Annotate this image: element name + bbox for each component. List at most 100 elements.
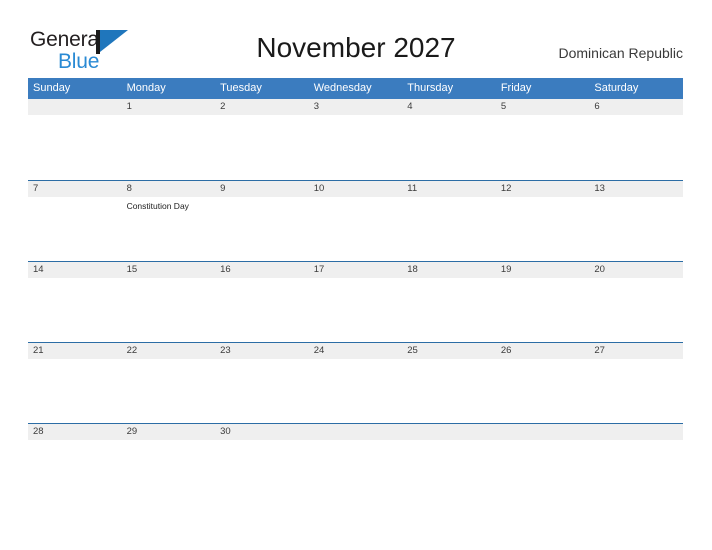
day-events <box>28 359 122 362</box>
calendar-day-cell[interactable]: 17 <box>308 261 403 342</box>
day-cell-inner: 12 <box>495 180 590 261</box>
calendar-day-cell[interactable]: 4 <box>402 99 496 180</box>
day-number: 4 <box>402 99 496 115</box>
day-cell-inner: 13 <box>589 180 683 261</box>
weekday-header-friday: Friday <box>495 78 590 99</box>
day-cell-inner: 24 <box>308 342 403 423</box>
day-events <box>215 359 309 362</box>
day-events <box>589 115 683 118</box>
day-events <box>309 359 403 362</box>
day-number: 16 <box>215 261 309 278</box>
calendar-day-cell[interactable]: 26 <box>495 342 590 423</box>
day-events <box>402 278 496 281</box>
day-cell-inner: 4 <box>402 99 496 180</box>
day-number: 23 <box>215 342 309 359</box>
calendar-day-cell[interactable]: 19 <box>495 261 590 342</box>
calendar-day-cell[interactable]: 10 <box>308 180 403 261</box>
weekday-header-tuesday: Tuesday <box>215 78 309 99</box>
day-cell-inner: 29 <box>121 423 216 504</box>
day-cell-inner: 23 <box>215 342 309 423</box>
day-cell-inner: 10 <box>308 180 403 261</box>
day-number: 20 <box>589 261 683 278</box>
weekday-header-monday: Monday <box>121 78 216 99</box>
day-events <box>28 440 122 443</box>
calendar-week-row: 14 15 16 17 18 19 20 <box>28 261 683 342</box>
day-events <box>28 278 122 281</box>
calendar-day-cell[interactable]: 9 <box>215 180 309 261</box>
day-events <box>309 197 403 200</box>
calendar-day-cell[interactable]: 7 <box>28 180 122 261</box>
calendar-day-cell[interactable] <box>589 423 683 504</box>
calendar-day-cell[interactable]: 21 <box>28 342 122 423</box>
day-events <box>122 278 216 281</box>
calendar-day-cell[interactable]: 25 <box>402 342 496 423</box>
calendar-day-cell[interactable]: 18 <box>402 261 496 342</box>
day-number: 28 <box>28 423 122 440</box>
day-number: 10 <box>308 180 403 197</box>
day-number: 7 <box>28 180 122 197</box>
calendar-day-cell[interactable]: 23 <box>215 342 309 423</box>
day-number: 25 <box>402 342 496 359</box>
calendar-day-cell[interactable]: 16 <box>215 261 309 342</box>
calendar-page: General Blue November 2027 Dominican Rep… <box>0 0 712 550</box>
day-number: 13 <box>589 180 683 197</box>
day-number: 2 <box>215 99 309 115</box>
weekday-header-thursday: Thursday <box>402 78 496 99</box>
calendar-day-cell[interactable]: 15 <box>121 261 216 342</box>
day-number <box>28 99 122 115</box>
calendar-day-cell[interactable] <box>495 423 590 504</box>
day-events <box>122 359 216 362</box>
calendar-day-cell[interactable]: 28 <box>28 423 122 504</box>
calendar-week-row: 28 29 30 <box>28 423 683 504</box>
day-cell-inner <box>495 423 590 504</box>
calendar-day-cell[interactable]: 1 <box>121 99 216 180</box>
weekday-header-wednesday: Wednesday <box>308 78 403 99</box>
day-cell-inner: 7 <box>28 180 122 261</box>
calendar-day-cell[interactable] <box>28 99 122 180</box>
calendar-day-cell[interactable] <box>308 423 403 504</box>
day-events <box>402 440 496 443</box>
calendar-day-cell[interactable]: 5 <box>495 99 590 180</box>
day-events <box>28 115 122 118</box>
day-cell-inner: 22 <box>121 342 216 423</box>
day-events <box>402 359 496 362</box>
day-cell-inner: 3 <box>308 99 403 180</box>
calendar-day-cell[interactable]: 24 <box>308 342 403 423</box>
day-events <box>589 359 683 362</box>
day-cell-inner <box>402 423 496 504</box>
calendar-day-cell[interactable]: 3 <box>308 99 403 180</box>
calendar-day-cell[interactable]: 6 <box>589 99 683 180</box>
calendar-day-cell[interactable]: 22 <box>121 342 216 423</box>
day-cell-inner: 9 <box>215 180 309 261</box>
weekday-header-saturday: Saturday <box>589 78 683 99</box>
calendar-day-cell[interactable]: 30 <box>215 423 309 504</box>
day-events: Constitution Day <box>122 197 216 212</box>
calendar-day-cell[interactable]: 20 <box>589 261 683 342</box>
day-events <box>589 197 683 200</box>
day-cell-inner: 19 <box>495 261 590 342</box>
day-events <box>496 440 590 443</box>
calendar-day-cell[interactable]: 27 <box>589 342 683 423</box>
day-number: 15 <box>121 261 216 278</box>
day-number: 29 <box>121 423 216 440</box>
day-cell-inner: 6 <box>589 99 683 180</box>
day-cell-inner: 5 <box>495 99 590 180</box>
day-cell-inner: 15 <box>121 261 216 342</box>
day-number: 1 <box>121 99 216 115</box>
calendar-day-cell[interactable]: 12 <box>495 180 590 261</box>
calendar-day-cell[interactable]: 13 <box>589 180 683 261</box>
day-cell-inner: 11 <box>402 180 496 261</box>
calendar-day-cell[interactable] <box>402 423 496 504</box>
day-events <box>122 440 216 443</box>
calendar-table: Sunday Monday Tuesday Wednesday Thursday… <box>28 78 683 504</box>
calendar-day-cell[interactable]: 11 <box>402 180 496 261</box>
calendar-day-cell[interactable]: 29 <box>121 423 216 504</box>
day-events <box>215 115 309 118</box>
day-cell-inner: 17 <box>308 261 403 342</box>
calendar-day-cell[interactable]: 8 Constitution Day <box>121 180 216 261</box>
calendar-header-row: Sunday Monday Tuesday Wednesday Thursday… <box>28 78 683 99</box>
day-cell-inner: 14 <box>28 261 122 342</box>
calendar-day-cell[interactable]: 14 <box>28 261 122 342</box>
day-number: 22 <box>121 342 216 359</box>
calendar-day-cell[interactable]: 2 <box>215 99 309 180</box>
